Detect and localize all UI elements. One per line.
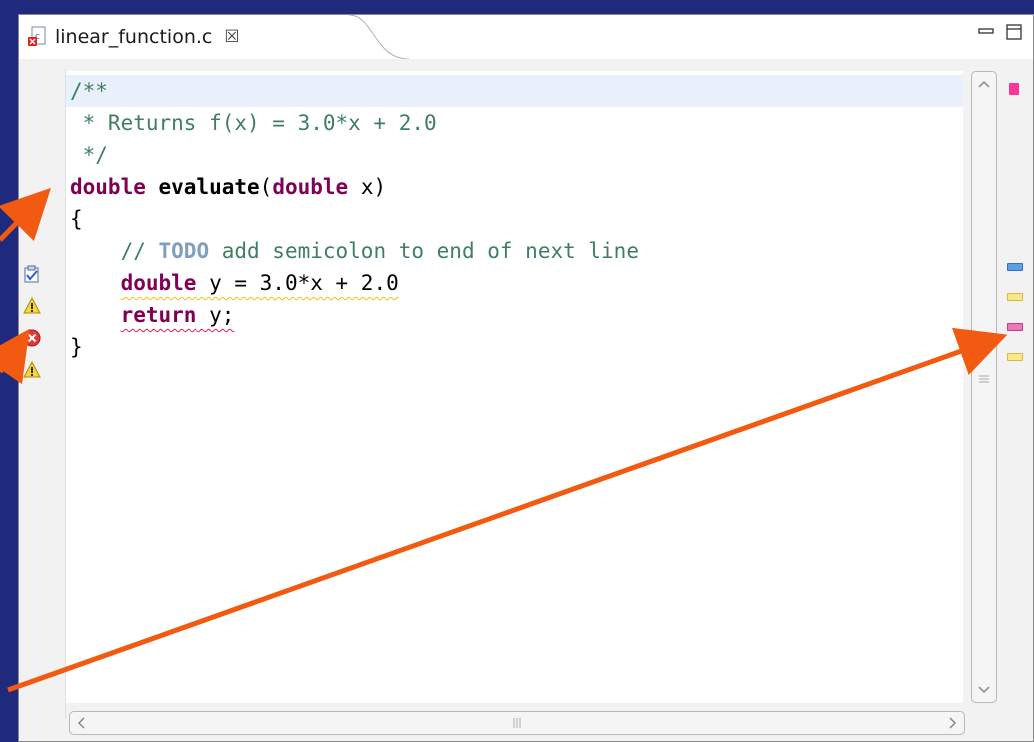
- overview-ruler: [1001, 71, 1027, 721]
- code-line[interactable]: {: [66, 203, 963, 235]
- minimize-icon[interactable]: [977, 23, 995, 41]
- vertical-scrollbar[interactable]: [971, 71, 997, 703]
- tab-filename: linear_function.c: [55, 26, 213, 48]
- code-text: y = 3.0*x + 2.0: [196, 271, 399, 295]
- warning-icon[interactable]: [23, 361, 41, 379]
- line-ruler: [47, 69, 66, 719]
- tab-close-icon[interactable]: ☒: [224, 27, 239, 47]
- code-comment: * Returns f(x) = 3.0*x + 2.0: [70, 111, 437, 135]
- scroll-down-icon[interactable]: [975, 682, 993, 698]
- todo-tag: TODO: [158, 239, 210, 263]
- code-line[interactable]: double evaluate(double x): [66, 171, 963, 203]
- error-icon[interactable]: [23, 329, 41, 347]
- code-comment: add semicolon to end of next line: [209, 239, 639, 263]
- scroll-grip-icon[interactable]: [510, 716, 524, 730]
- task-marker[interactable]: [1007, 263, 1023, 271]
- code-keyword: double: [120, 271, 197, 295]
- horizontal-scrollbar[interactable]: [69, 711, 965, 735]
- code-editor[interactable]: /** * Returns f(x) = 3.0*x + 2.0 */ doub…: [66, 71, 963, 703]
- editor-tab-bar: c linear_function.c ☒: [19, 15, 1033, 59]
- warning-icon[interactable]: [23, 297, 41, 315]
- scroll-left-icon[interactable]: [74, 715, 90, 731]
- code-line[interactable]: return y;: [66, 299, 963, 331]
- task-icon[interactable]: [23, 265, 41, 283]
- code-keyword: double: [272, 175, 349, 199]
- code-keyword: double: [70, 175, 146, 199]
- code-line[interactable]: double y = 3.0*x + 2.0: [66, 267, 963, 299]
- annotation-gutter: [19, 69, 47, 719]
- c-file-error-icon: c: [28, 26, 46, 46]
- code-comment: /**: [70, 79, 108, 103]
- error-marker[interactable]: [1007, 323, 1023, 331]
- maximize-icon[interactable]: [1005, 23, 1023, 41]
- scroll-up-icon[interactable]: [975, 76, 993, 92]
- code-text: {: [70, 207, 83, 231]
- error-summary-marker[interactable]: [1009, 83, 1019, 95]
- code-line[interactable]: * Returns f(x) = 3.0*x + 2.0: [66, 107, 963, 139]
- code-text: x): [348, 175, 387, 199]
- code-line[interactable]: // TODO add semicolon to end of next lin…: [66, 235, 963, 267]
- code-text: y;: [196, 303, 235, 327]
- code-comment: */: [70, 143, 108, 167]
- editor-panel: c linear_function.c ☒ /** * Returns f(x)…: [18, 14, 1034, 742]
- code-text: }: [70, 335, 83, 359]
- code-line[interactable]: }: [66, 331, 963, 363]
- scroll-grip-icon[interactable]: [977, 372, 991, 386]
- code-line[interactable]: */: [66, 139, 963, 171]
- code-comment: //: [70, 239, 159, 263]
- scroll-right-icon[interactable]: [944, 715, 960, 731]
- warning-marker[interactable]: [1007, 353, 1023, 361]
- code-function-name: evaluate: [145, 175, 260, 199]
- code-keyword: return: [120, 303, 197, 327]
- editor-tab[interactable]: c linear_function.c ☒: [19, 15, 369, 59]
- code-text: (: [259, 175, 273, 199]
- warning-marker[interactable]: [1007, 293, 1023, 301]
- code-line[interactable]: /**: [66, 75, 963, 107]
- tab-edge: [349, 15, 409, 59]
